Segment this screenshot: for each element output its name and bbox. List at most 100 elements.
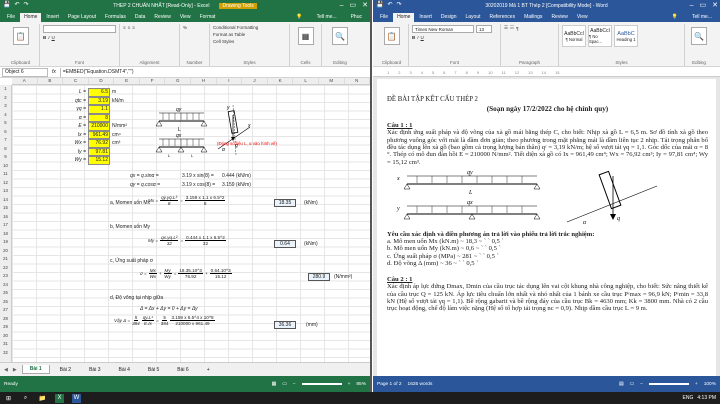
col-header[interactable]: K <box>268 78 294 84</box>
excel-user[interactable]: Phuc <box>347 13 366 22</box>
search-taskbar-icon[interactable]: ⌕ <box>21 394 30 403</box>
word-zoom-slider[interactable] <box>648 383 689 385</box>
tab-view[interactable]: View <box>176 13 195 22</box>
editing-button[interactable]: 🔍 <box>332 27 348 45</box>
row-header[interactable]: 23 <box>0 272 11 281</box>
sheet-tab-bai-6[interactable]: Bài 6 <box>169 365 196 375</box>
word-zoom-in-icon[interactable]: + <box>695 382 698 387</box>
excel-taskbar-icon[interactable]: X <box>55 393 64 403</box>
minimize-icon[interactable]: – <box>340 0 344 11</box>
word-paste-button[interactable]: 📋 <box>383 27 400 45</box>
excel-tell-me[interactable]: Tell me... <box>313 13 341 22</box>
word-underline-icon[interactable]: U <box>421 35 424 40</box>
sheet-tab-bai-4[interactable]: Bài 4 <box>110 365 137 375</box>
col-header[interactable]: M <box>319 78 345 84</box>
pilcrow-icon[interactable]: ¶ <box>516 26 518 31</box>
word-tell-me[interactable]: Tell me... <box>688 13 716 22</box>
word-tab-review[interactable]: Review <box>547 13 571 22</box>
file-explorer-icon[interactable]: 📁 <box>38 394 47 403</box>
tab-home[interactable]: Home <box>20 13 42 22</box>
word-font-name[interactable]: Times New Roman <box>412 25 474 33</box>
undo-icon[interactable]: ↶ <box>14 1 19 8</box>
row-header[interactable]: 20 <box>0 247 11 256</box>
excel-zoom[interactable]: 85% <box>356 382 366 387</box>
param-value[interactable]: 15.12 <box>88 156 110 165</box>
bold-icon[interactable]: B <box>43 35 46 40</box>
word-zoom-out-icon[interactable]: − <box>640 382 643 387</box>
row-header[interactable]: 11 <box>0 170 11 179</box>
row-header[interactable]: 9 <box>0 153 11 162</box>
tab-data[interactable]: Data <box>131 13 150 22</box>
save-icon[interactable]: 💾 <box>3 1 10 8</box>
style-no-spacing[interactable]: AaBbCcI ¶ No Spac... <box>588 25 612 47</box>
worksheet[interactable]: 1 2 3 4 5 6 7 8 9 10 11 12 13 14 15 16 17 18 19 20 21 22 23 24 2… <box>0 85 370 362</box>
document-page[interactable]: ĐỀ BÀI TẬP KẾT CẤU THÉP 2 (Soạn ngày 17/… <box>377 79 716 376</box>
row-header[interactable]: 17 <box>0 221 11 230</box>
word-close-icon[interactable]: ✕ <box>712 0 718 11</box>
zoom-out-icon[interactable]: − <box>293 382 296 387</box>
word-restore-icon[interactable]: ▭ <box>700 0 707 11</box>
param-value[interactable]: 961.49 <box>88 130 110 139</box>
sheet-tab-bai-3[interactable]: Bài 3 <box>81 365 108 375</box>
word-tab-home[interactable]: Home <box>393 13 415 22</box>
row-header[interactable]: 14 <box>0 196 11 205</box>
row-header[interactable]: 24 <box>0 281 11 290</box>
sheet-nav-left-icon[interactable]: ◀ <box>4 367 8 373</box>
row-header[interactable]: 5 <box>0 119 11 128</box>
col-header[interactable]: A <box>12 78 38 84</box>
param-value[interactable]: 6.5 <box>88 88 110 97</box>
paste-button[interactable]: 📋 <box>12 27 29 45</box>
part-d-result[interactable]: 36.36 <box>274 321 296 329</box>
row-header[interactable]: 21 <box>0 255 11 264</box>
word-save-icon[interactable]: 💾 <box>376 1 383 8</box>
row-header[interactable]: 26 <box>0 298 11 307</box>
param-value[interactable]: 210000 <box>88 122 110 131</box>
word-tab-file[interactable]: File <box>376 13 392 22</box>
row-header[interactable]: 12 <box>0 179 11 188</box>
col-header[interactable]: L <box>293 78 319 84</box>
word-tab-references[interactable]: References <box>486 13 520 22</box>
align-center-icon[interactable]: ≡ <box>128 25 131 30</box>
print-layout-icon[interactable]: ▭ <box>630 382 635 387</box>
row-header[interactable]: 18 <box>0 230 11 239</box>
percent-icon[interactable]: % <box>183 25 187 30</box>
row-header[interactable]: 1 <box>0 85 11 94</box>
word-undo-icon[interactable]: ↶ <box>387 1 392 8</box>
sheet-nav-right-icon[interactable]: ▶ <box>13 367 17 373</box>
formula-input[interactable]: =EMBED("Equation.DSMT4","") <box>59 67 370 77</box>
row-header[interactable]: 27 <box>0 306 11 315</box>
excel-font-combo[interactable] <box>43 25 116 33</box>
name-box[interactable]: Object 6 <box>2 67 48 77</box>
numbering-icon[interactable]: ☷ <box>510 25 514 31</box>
row-header[interactable]: 16 <box>0 213 11 222</box>
italic-icon[interactable]: I <box>48 35 49 40</box>
row-header[interactable]: 29 <box>0 323 11 332</box>
word-redo-icon[interactable]: ↷ <box>397 1 402 8</box>
row-header[interactable]: 22 <box>0 264 11 273</box>
tell-me-icon[interactable]: 💡 <box>292 13 306 22</box>
col-header[interactable]: G <box>165 78 192 84</box>
param-value[interactable]: 76.92 <box>88 139 110 148</box>
row-header[interactable]: 25 <box>0 289 11 298</box>
col-header[interactable]: C <box>63 78 89 84</box>
word-bold-icon[interactable]: B <box>412 35 415 40</box>
row-header[interactable]: 2 <box>0 94 11 103</box>
row-header[interactable]: 6 <box>0 128 11 137</box>
cell-grid[interactable]: L = 6.5 m qtc = 3.19 kN/m γq = 1.1 α = 8 E = 210000… <box>12 85 370 362</box>
word-tell-me-icon[interactable]: 💡 <box>668 13 682 22</box>
style-heading-1[interactable]: AaBbC Heading 1 <box>614 25 638 47</box>
format-as-table-button[interactable]: Format as Table <box>213 32 286 37</box>
part-b-result[interactable]: 0.64 <box>274 240 296 248</box>
redo-icon[interactable]: ↷ <box>24 1 29 8</box>
word-editing-button[interactable]: 🔍 <box>691 27 707 45</box>
read-mode-icon[interactable]: ▤ <box>619 382 624 387</box>
row-header[interactable]: 8 <box>0 145 11 154</box>
row-header[interactable]: 19 <box>0 238 11 247</box>
col-header[interactable]: H <box>191 78 217 84</box>
param-value[interactable]: 97.81 <box>88 147 110 156</box>
bullets-icon[interactable]: ☰ <box>504 25 508 31</box>
col-header[interactable]: J <box>242 78 268 84</box>
page-layout-view-icon[interactable]: ▭ <box>282 382 287 387</box>
tab-formulas[interactable]: Formulas <box>101 13 130 22</box>
row-header[interactable]: 4 <box>0 111 11 120</box>
